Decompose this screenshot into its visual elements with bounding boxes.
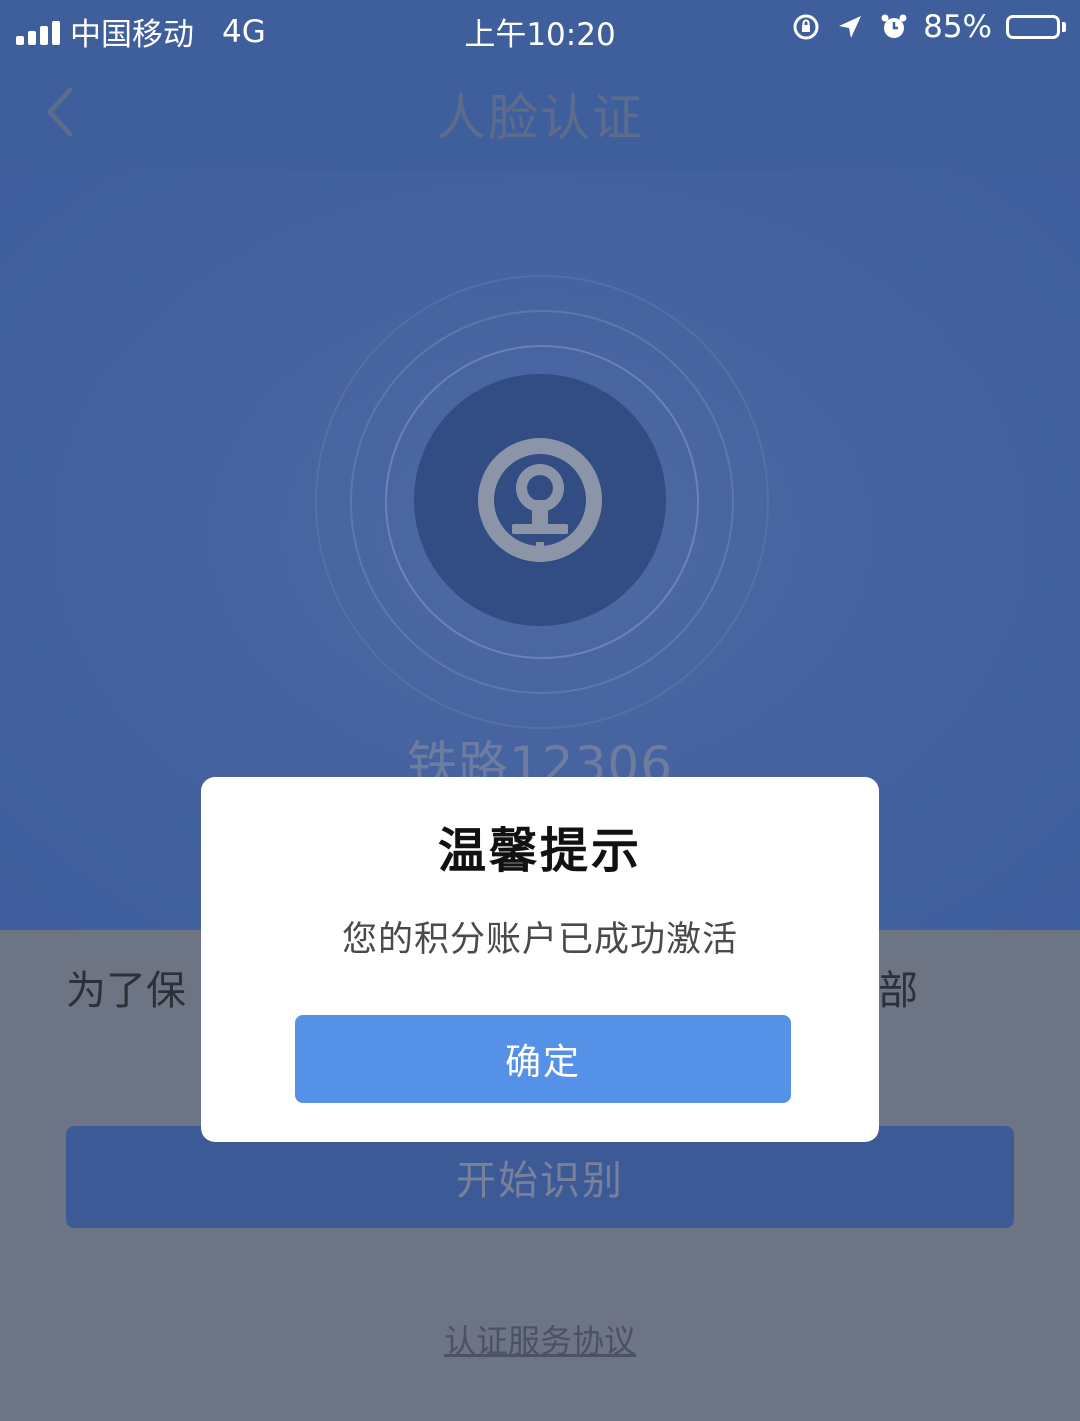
location-arrow-icon	[835, 12, 865, 42]
screen: 中国移动 4G 上午10:20 85% 人脸认证 铁路12306 为了保 部 开…	[0, 0, 1080, 1421]
nav-bar: 人脸认证	[0, 54, 1080, 170]
status-right: 85%	[791, 9, 1066, 45]
intro-text-tail: 部	[878, 968, 918, 1014]
dialog-message: 您的积分账户已成功激活	[341, 920, 738, 960]
battery-percent: 85%	[923, 9, 992, 45]
railway-logo-icon	[478, 438, 602, 562]
alert-dialog: 温馨提示 您的积分账户已成功激活 确定	[201, 777, 879, 1142]
battery-icon	[1006, 15, 1066, 39]
page-title: 人脸认证	[436, 89, 644, 147]
rotation-lock-icon	[791, 12, 821, 42]
status-bar: 中国移动 4G 上午10:20 85%	[0, 0, 1080, 54]
alarm-icon	[879, 12, 909, 42]
dialog-title: 温馨提示	[437, 823, 642, 879]
confirm-button[interactable]: 确定	[295, 1015, 791, 1103]
intro-text: 为了保	[66, 968, 186, 1014]
agreement-link[interactable]: 认证服务协议	[0, 1316, 1080, 1362]
